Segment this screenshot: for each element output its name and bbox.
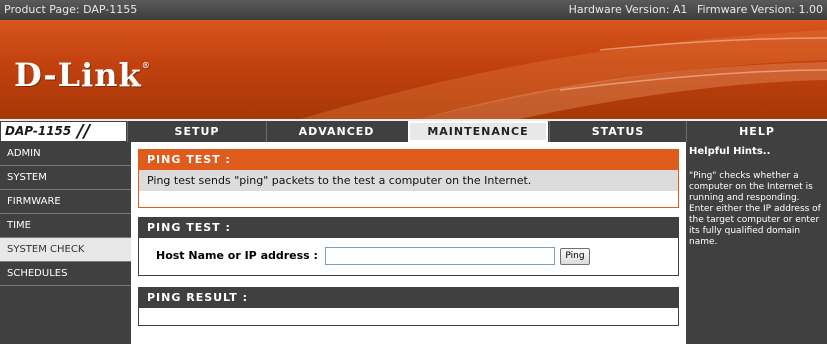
tab-maintenance[interactable]: MAINTENANCE bbox=[408, 121, 548, 142]
ping-test-title: PING TEST : bbox=[139, 218, 678, 238]
sidebar-item-firmware[interactable]: FIRMWARE bbox=[0, 190, 131, 214]
sidebar-item-system[interactable]: SYSTEM bbox=[0, 166, 131, 190]
tab-setup[interactable]: SETUP bbox=[127, 121, 266, 142]
model-badge: DAP-1155 // bbox=[0, 121, 127, 142]
help-text: "Ping" checks whether a computer on the … bbox=[689, 171, 821, 247]
ping-intro-description: Ping test sends "ping" packets to the te… bbox=[139, 170, 678, 191]
hardware-version: Hardware Version: A1 bbox=[568, 3, 688, 16]
ping-result-title: PING RESULT : bbox=[139, 288, 678, 308]
ping-intro-title: PING TEST : bbox=[139, 150, 678, 170]
product-page-label: Product Page: DAP-1155 bbox=[4, 3, 138, 16]
ping-intro-panel: PING TEST : Ping test sends "ping" packe… bbox=[138, 149, 679, 208]
tab-help[interactable]: HELP bbox=[686, 121, 827, 142]
host-row: Host Name or IP address : Ping bbox=[139, 238, 678, 275]
sidebar-item-system-check[interactable]: SYSTEM CHECK bbox=[0, 238, 131, 262]
model-name: DAP-1155 bbox=[5, 124, 72, 138]
sidebar-item-schedules[interactable]: SCHEDULES bbox=[0, 262, 131, 286]
ping-button[interactable]: Ping bbox=[560, 248, 590, 265]
ping-test-panel: PING TEST : Host Name or IP address : Pi… bbox=[138, 217, 679, 276]
tab-advanced[interactable]: ADVANCED bbox=[266, 121, 406, 142]
help-panel: Helpful Hints.. "Ping" checks whether a … bbox=[686, 142, 827, 344]
dlink-logo: D-Link® bbox=[14, 56, 151, 94]
top-info-bar: Product Page: DAP-1155 Hardware Version:… bbox=[0, 0, 827, 20]
main-nav: DAP-1155 // SETUP ADVANCED MAINTENANCE S… bbox=[0, 121, 827, 142]
sidebar-item-admin[interactable]: ADMIN bbox=[0, 142, 131, 166]
host-input[interactable] bbox=[325, 247, 555, 265]
tab-status[interactable]: STATUS bbox=[549, 121, 686, 142]
main-content: PING TEST : Ping test sends "ping" packe… bbox=[131, 142, 686, 344]
version-info: Hardware Version: A1 Firmware Version: 1… bbox=[563, 3, 823, 16]
firmware-version: Firmware Version: 1.00 bbox=[696, 3, 823, 16]
model-slashes: // bbox=[77, 121, 91, 142]
help-title: Helpful Hints.. bbox=[689, 146, 771, 157]
brand-banner: D-Link® bbox=[0, 20, 827, 119]
host-label: Host Name or IP address : bbox=[156, 249, 318, 262]
sidebar-item-time[interactable]: TIME bbox=[0, 214, 131, 238]
sidebar-menu: ADMIN SYSTEM FIRMWARE TIME SYSTEM CHECK … bbox=[0, 142, 131, 344]
ping-result-panel: PING RESULT : bbox=[138, 287, 679, 326]
